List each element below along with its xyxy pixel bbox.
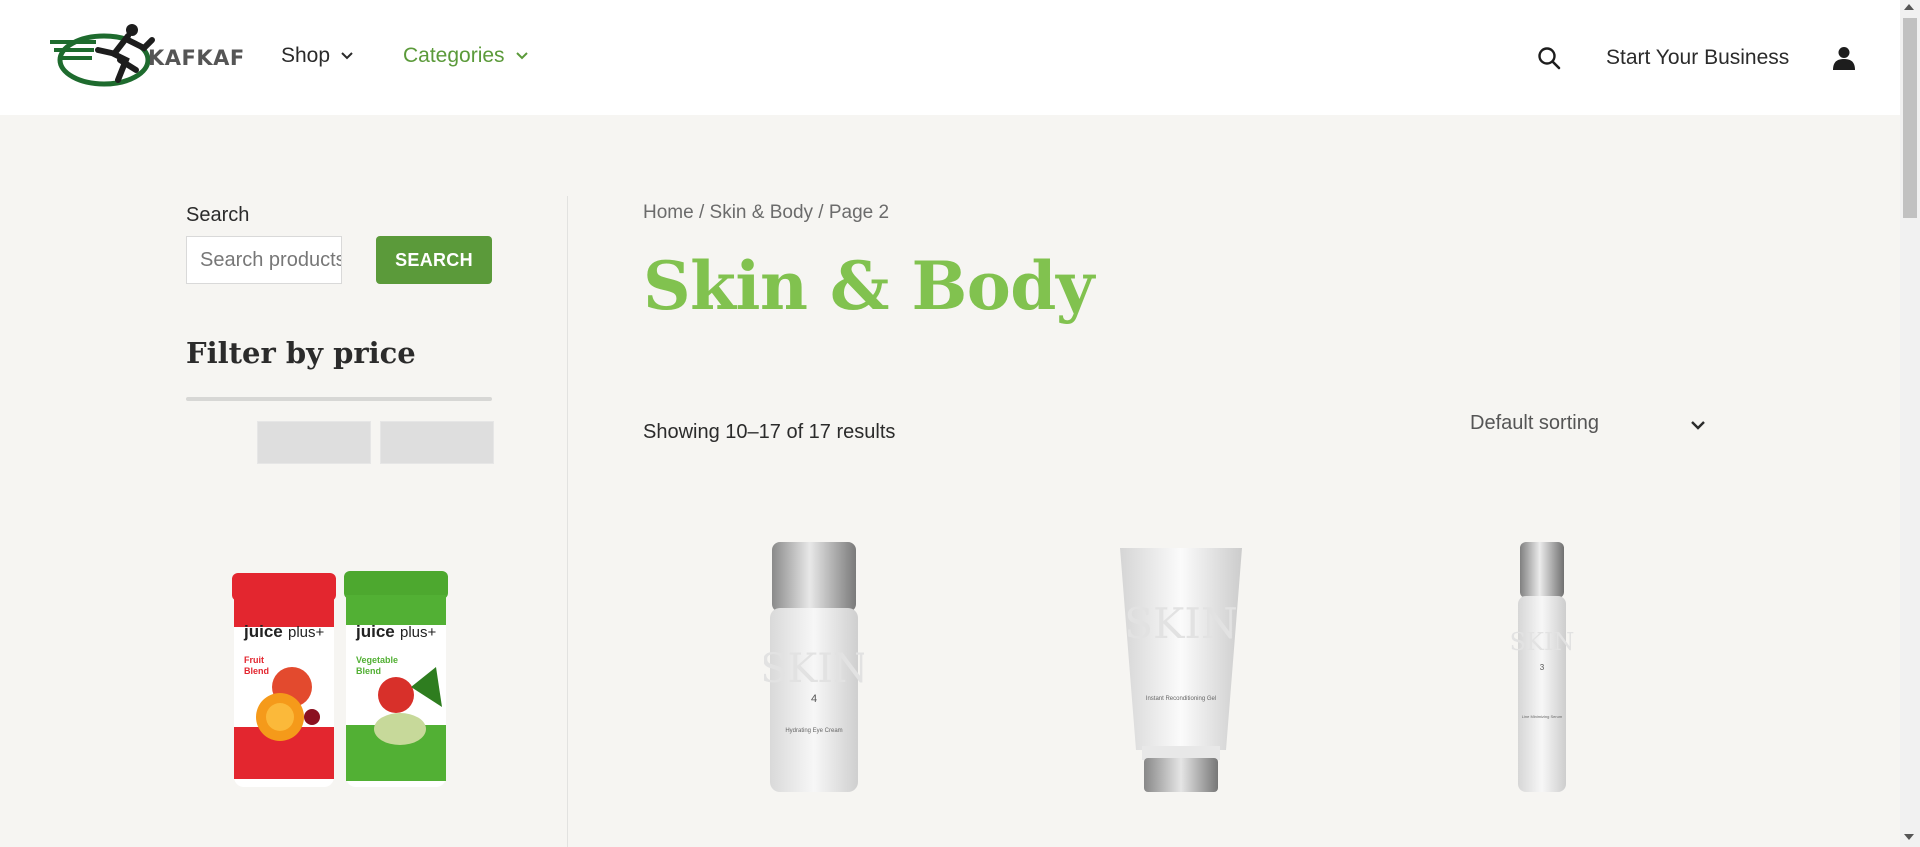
breadcrumb-category[interactable]: Skin & Body bbox=[710, 202, 814, 223]
search-button[interactable]: SEARCH bbox=[376, 236, 492, 284]
sidebar-search-label: Search bbox=[186, 204, 250, 226]
chevron-down-icon bbox=[515, 52, 528, 60]
product-label: SKIN bbox=[1510, 628, 1574, 656]
product-image[interactable]: SKIN 3 Line Minimizing Serum bbox=[1510, 540, 1574, 795]
sorting-select[interactable]: Default sorting bbox=[1470, 412, 1710, 442]
breadcrumb-separator: / bbox=[693, 202, 710, 223]
min-price-field[interactable] bbox=[257, 421, 371, 464]
vegetable-blend-tub: juice plus+ Vegetable Blend bbox=[344, 571, 448, 787]
user-icon[interactable] bbox=[1833, 46, 1855, 70]
scrollbar-thumb[interactable] bbox=[1903, 18, 1917, 218]
price-slider-track[interactable] bbox=[186, 397, 492, 401]
svg-text:plus+: plus+ bbox=[288, 624, 325, 641]
breadcrumb-home[interactable]: Home bbox=[643, 202, 694, 223]
nav-shop-label: Shop bbox=[281, 44, 331, 67]
svg-text:4: 4 bbox=[811, 693, 817, 705]
logo-text: KAFKAF bbox=[148, 46, 245, 70]
sidebar-divider bbox=[567, 196, 568, 847]
product-label: SKIN bbox=[764, 646, 864, 692]
product-image[interactable]: SKIN 4 Hydrating Eye Cream bbox=[764, 540, 864, 795]
svg-text:juice: juice bbox=[355, 622, 395, 641]
result-count: Showing 10–17 of 17 results bbox=[643, 421, 896, 443]
filter-by-price-heading: Filter by price bbox=[186, 336, 416, 370]
product-label: SKIN bbox=[1124, 599, 1238, 648]
breadcrumb-page: Page 2 bbox=[828, 202, 890, 223]
site-header: KAFKAF Shop Categories Start Your Busine… bbox=[0, 0, 1900, 115]
svg-text:Vegetable: Vegetable bbox=[356, 655, 398, 665]
nav-shop[interactable]: Shop bbox=[281, 44, 354, 68]
svg-text:Blend: Blend bbox=[244, 666, 269, 676]
nav-categories-label: Categories bbox=[403, 44, 505, 67]
chevron-down-icon[interactable] bbox=[1690, 417, 1706, 433]
page-title: Skin & Body bbox=[643, 247, 1094, 325]
svg-text:juice: juice bbox=[243, 622, 283, 641]
svg-text:Fruit: Fruit bbox=[244, 655, 264, 665]
product-image[interactable]: SKIN Instant Reconditioning Gel bbox=[1116, 540, 1246, 795]
svg-text:Instant Reconditioning Gel: Instant Reconditioning Gel bbox=[1146, 696, 1216, 702]
search-icon[interactable] bbox=[1537, 46, 1561, 70]
product-search-input[interactable] bbox=[186, 236, 342, 284]
juice-plus-promo-image[interactable]: juice plus+ Fruit Blend juice plus+ Vege… bbox=[196, 567, 451, 792]
breadcrumb-separator: / bbox=[813, 202, 829, 223]
svg-text:Line Minimizing Serum: Line Minimizing Serum bbox=[1522, 714, 1563, 719]
start-business-link[interactable]: Start Your Business bbox=[1606, 46, 1789, 70]
sorting-select-value: Default sorting bbox=[1470, 412, 1599, 434]
scroll-down-arrow-icon[interactable] bbox=[1904, 834, 1914, 840]
max-price-field[interactable] bbox=[380, 421, 494, 464]
scroll-up-arrow-icon[interactable] bbox=[1904, 4, 1914, 10]
svg-text:Blend: Blend bbox=[356, 666, 381, 676]
nav-categories[interactable]: Categories bbox=[403, 44, 529, 68]
svg-text:plus+: plus+ bbox=[400, 624, 437, 641]
chevron-down-icon bbox=[341, 52, 353, 60]
svg-text:Hydrating Eye Cream: Hydrating Eye Cream bbox=[785, 728, 842, 734]
svg-text:3: 3 bbox=[1540, 663, 1545, 672]
fruit-blend-tub: juice plus+ Fruit Blend bbox=[232, 573, 336, 787]
breadcrumb: Home / Skin & Body / Page 2 bbox=[643, 202, 889, 224]
